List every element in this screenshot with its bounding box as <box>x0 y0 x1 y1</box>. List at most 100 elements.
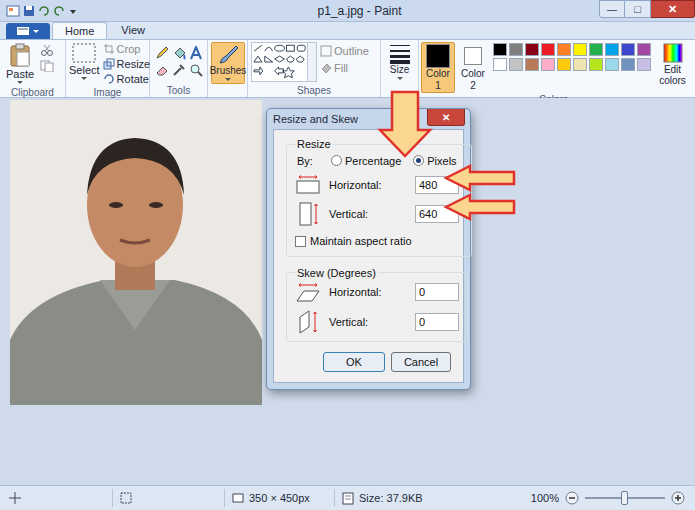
zoom-in-icon <box>671 491 685 505</box>
palette-color[interactable] <box>525 43 539 56</box>
palette-color[interactable] <box>621 58 635 71</box>
unit-radio[interactable]: Pixels <box>413 153 456 170</box>
dimension-row: Vertical: <box>295 309 459 335</box>
palette-color[interactable] <box>621 43 635 56</box>
rotate-button-label: Rotate <box>117 73 149 85</box>
palette-color[interactable] <box>493 58 507 71</box>
photo <box>10 100 262 405</box>
palette-color[interactable] <box>589 58 603 71</box>
dimension-input[interactable] <box>415 313 459 331</box>
fill-button-label: Fill <box>334 62 348 74</box>
horizontal-skew-icon <box>295 281 321 303</box>
dimension-input[interactable] <box>415 283 459 301</box>
brushes-group-body: Brushes <box>208 40 247 84</box>
radio-circle[interactable] <box>331 155 342 166</box>
group-label-space <box>381 84 418 97</box>
color2-swatch <box>464 47 482 65</box>
resize-button-label: Resize <box>117 58 151 70</box>
person-photo <box>10 100 262 405</box>
file-menu-button[interactable] <box>6 23 50 39</box>
dimension-row: Horizontal: <box>295 175 463 195</box>
text-tool-icon <box>189 46 203 60</box>
radio-circle[interactable] <box>413 155 424 166</box>
resize-button[interactable]: Resize <box>103 57 151 71</box>
ok-button[interactable]: OK <box>323 352 385 372</box>
field-label: Vertical: <box>329 314 407 331</box>
gallery-scroll[interactable] <box>307 43 316 81</box>
size-button[interactable]: Size <box>384 42 415 82</box>
file-size: Size: 37.9KB <box>334 489 523 507</box>
fill-bucket-icon <box>172 46 186 60</box>
palette-color[interactable] <box>493 43 507 56</box>
magnifier-icon <box>189 63 203 77</box>
size-text: Size: 37.9KB <box>359 490 423 507</box>
ribbon-tabs: HomeView <box>0 22 695 39</box>
outline-button[interactable]: Outline <box>320 44 369 58</box>
palette-color[interactable] <box>637 43 651 56</box>
minimize-button[interactable]: — <box>599 0 625 18</box>
canvas-area: Resize and Skew✕ResizeBy:PercentagePixel… <box>0 98 695 485</box>
select-label: Select <box>69 64 100 76</box>
resize-group-legend: Resize <box>295 136 333 153</box>
dialog-title-bar: Resize and Skew✕ <box>267 109 470 129</box>
zoom-slider[interactable] <box>585 491 665 505</box>
save-icon <box>23 5 35 17</box>
annotation-arrows-icon <box>0 0 695 510</box>
maintain-aspect-checkbox[interactable]: Maintain aspect ratio <box>295 233 463 250</box>
palette-color[interactable] <box>605 43 619 56</box>
palette-color[interactable] <box>573 58 587 71</box>
cut-icon <box>40 44 54 56</box>
close-button[interactable]: ✕ <box>651 0 695 18</box>
palette-color[interactable] <box>541 43 555 56</box>
color1-swatch <box>426 44 450 68</box>
select-button[interactable]: Select <box>69 42 100 82</box>
paste-label: Paste <box>6 68 34 80</box>
palette-color[interactable] <box>557 58 571 71</box>
skew-group-legend: Skew (Degrees) <box>295 265 378 282</box>
palette-color[interactable] <box>589 43 603 56</box>
color-picker-icon <box>172 63 186 77</box>
outline-icon <box>320 45 332 57</box>
palette-color[interactable] <box>525 58 539 71</box>
color1-button[interactable]: Color 1 <box>421 42 455 93</box>
rotate-button[interactable]: Rotate <box>103 72 151 86</box>
resize-group: ResizeBy:PercentagePixelsHorizontal:Vert… <box>286 136 472 257</box>
palette-color[interactable] <box>557 43 571 56</box>
checkbox-box[interactable] <box>295 236 306 247</box>
edit-colors-button[interactable]: Edit colors <box>654 42 688 86</box>
image-dimensions: 350 × 450px <box>224 489 334 507</box>
dropdown-icon <box>32 27 40 35</box>
paste-button[interactable]: Paste <box>3 42 37 86</box>
outline-fill: Outline Fill <box>320 42 369 75</box>
palette-color[interactable] <box>637 58 651 71</box>
zoom-thumb[interactable] <box>621 491 628 505</box>
unit-radio[interactable]: Percentage <box>331 153 401 170</box>
dimension-input[interactable] <box>415 205 459 223</box>
shapes-group-body: Outline Fill <box>248 40 380 84</box>
undo-icon <box>38 5 50 17</box>
ribbon-tab[interactable]: Home <box>52 22 107 39</box>
cancel-button[interactable]: Cancel <box>391 352 451 372</box>
color2-button[interactable]: Color 2 <box>458 42 488 93</box>
crop-button[interactable]: Crop <box>103 42 151 56</box>
dimension-input[interactable] <box>415 176 459 194</box>
palette-color[interactable] <box>509 58 523 71</box>
palette-color[interactable] <box>541 58 555 71</box>
palette-color[interactable] <box>573 43 587 56</box>
size-group-body: Size <box>381 40 418 84</box>
image-size-icon <box>231 491 245 505</box>
maximize-button[interactable]: □ <box>625 0 651 18</box>
dialog-close-button[interactable]: ✕ <box>427 109 465 126</box>
brushes-label: Brushes <box>210 65 247 77</box>
ribbon-tab[interactable]: View <box>109 22 157 39</box>
palette-color[interactable] <box>605 58 619 71</box>
fill-button[interactable]: Fill <box>320 61 369 75</box>
clipboard-group: PasteClipboard <box>0 40 66 97</box>
dropdown-icon <box>80 76 88 82</box>
palette-color[interactable] <box>509 43 523 56</box>
window-controls: —□✕ <box>599 0 695 19</box>
brushes-button[interactable]: Brushes <box>211 42 245 84</box>
image-commands: Crop Resize Rotate <box>103 42 151 86</box>
radio-dot <box>416 158 421 163</box>
shapes-gallery[interactable] <box>251 42 317 82</box>
